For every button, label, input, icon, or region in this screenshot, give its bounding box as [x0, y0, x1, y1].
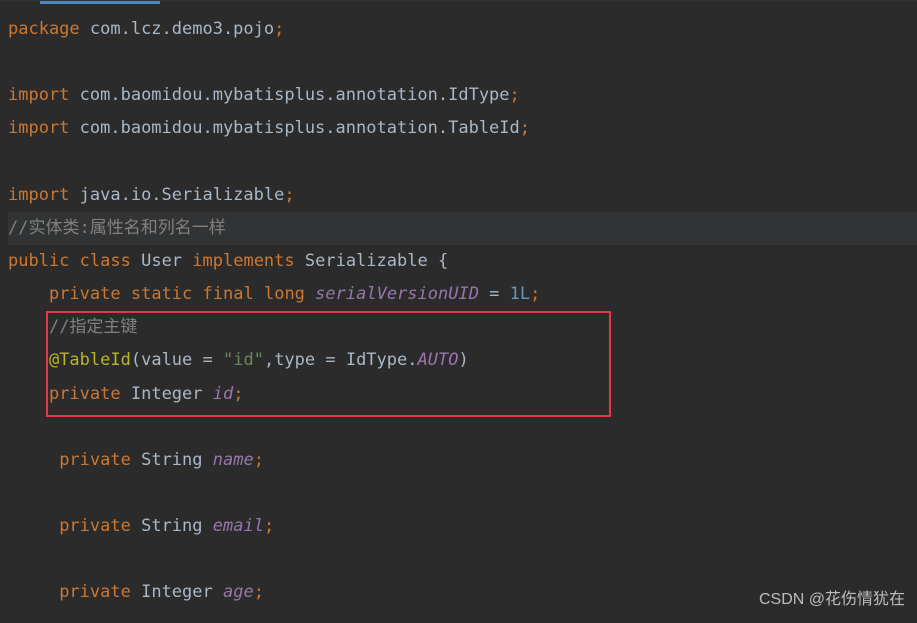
semicolon: ;	[264, 516, 274, 536]
type-long: long	[264, 284, 305, 304]
comment-text: //实体类:属性名和列名一样	[8, 218, 226, 238]
keyword-package: package	[8, 19, 80, 39]
semicolon: ;	[520, 118, 530, 138]
class-name: User	[131, 251, 192, 271]
annotation-attr: value =	[141, 350, 223, 370]
import-path: com.baomidou.mybatisplus.annotation.IdTy…	[69, 85, 509, 105]
keyword-private: private	[59, 582, 131, 602]
type-integer: Integer	[141, 582, 213, 602]
semicolon: ;	[254, 582, 264, 602]
field-name: name	[213, 450, 254, 470]
import-path: com.baomidou.mybatisplus.annotation.Tabl…	[69, 118, 519, 138]
code-line-blank	[8, 543, 917, 576]
semicolon: ;	[274, 19, 284, 39]
watermark-text: CSDN @花伤情犹在	[759, 584, 905, 615]
code-line: import java.io.Serializable;	[8, 179, 917, 212]
semicolon: ;	[254, 450, 264, 470]
keyword-class: class	[80, 251, 131, 271]
field-serialversionuid: serialVersionUID	[315, 284, 479, 304]
type-integer: Integer	[131, 384, 203, 404]
code-line: @TableId(value = "id",type = IdType.AUTO…	[8, 344, 917, 377]
import-path: java.io.Serializable	[69, 185, 284, 205]
field-id: id	[213, 384, 233, 404]
keyword-import: import	[8, 185, 69, 205]
keyword-private: private	[49, 384, 121, 404]
field-email: email	[213, 516, 264, 536]
code-line: import com.baomidou.mybatisplus.annotati…	[8, 79, 917, 112]
package-path: com.lcz.demo3.pojo	[80, 19, 274, 39]
code-line: package com.lcz.demo3.pojo;	[8, 13, 917, 46]
brace-open: {	[438, 251, 448, 271]
code-line-comment: //实体类:属性名和列名一样	[8, 212, 917, 245]
interface-name: Serializable	[295, 251, 438, 271]
string-literal: "id"	[223, 350, 264, 370]
annotation-tableid: @TableId	[49, 350, 131, 370]
code-line: import com.baomidou.mybatisplus.annotati…	[8, 112, 917, 145]
keyword-implements: implements	[192, 251, 294, 271]
number-literal: 1L	[510, 284, 530, 304]
code-line-blank	[8, 46, 917, 79]
keyword-private: private	[59, 450, 131, 470]
semicolon: ;	[284, 185, 294, 205]
code-line: private static final long serialVersionU…	[8, 278, 917, 311]
keyword-import: import	[8, 85, 69, 105]
code-line: private String email;	[8, 510, 917, 543]
keyword-final: final	[203, 284, 254, 304]
keyword-import: import	[8, 118, 69, 138]
code-line: private Integer id;	[8, 378, 917, 411]
semicolon: ;	[530, 284, 540, 304]
semicolon: ;	[233, 384, 243, 404]
keyword-private: private	[59, 516, 131, 536]
code-line-blank	[8, 411, 917, 444]
semicolon: ;	[510, 85, 520, 105]
code-line: private String name;	[8, 444, 917, 477]
code-editor[interactable]: package com.lcz.demo3.pojo; import com.b…	[0, 5, 917, 610]
code-line: public class User implements Serializabl…	[8, 245, 917, 278]
keyword-public: public	[8, 251, 69, 271]
keyword-static: static	[131, 284, 192, 304]
type-string: String	[141, 516, 202, 536]
comment-text: //指定主键	[49, 317, 137, 337]
type-string: String	[141, 450, 202, 470]
code-line: //指定主键	[8, 311, 917, 344]
field-age: age	[223, 582, 254, 602]
code-line-blank	[8, 146, 917, 179]
equals-op: =	[479, 284, 510, 304]
annotation-attr: type = IdType.	[274, 350, 417, 370]
constant-auto: AUTO	[417, 350, 458, 370]
keyword-private: private	[49, 284, 121, 304]
code-line-blank	[8, 477, 917, 510]
